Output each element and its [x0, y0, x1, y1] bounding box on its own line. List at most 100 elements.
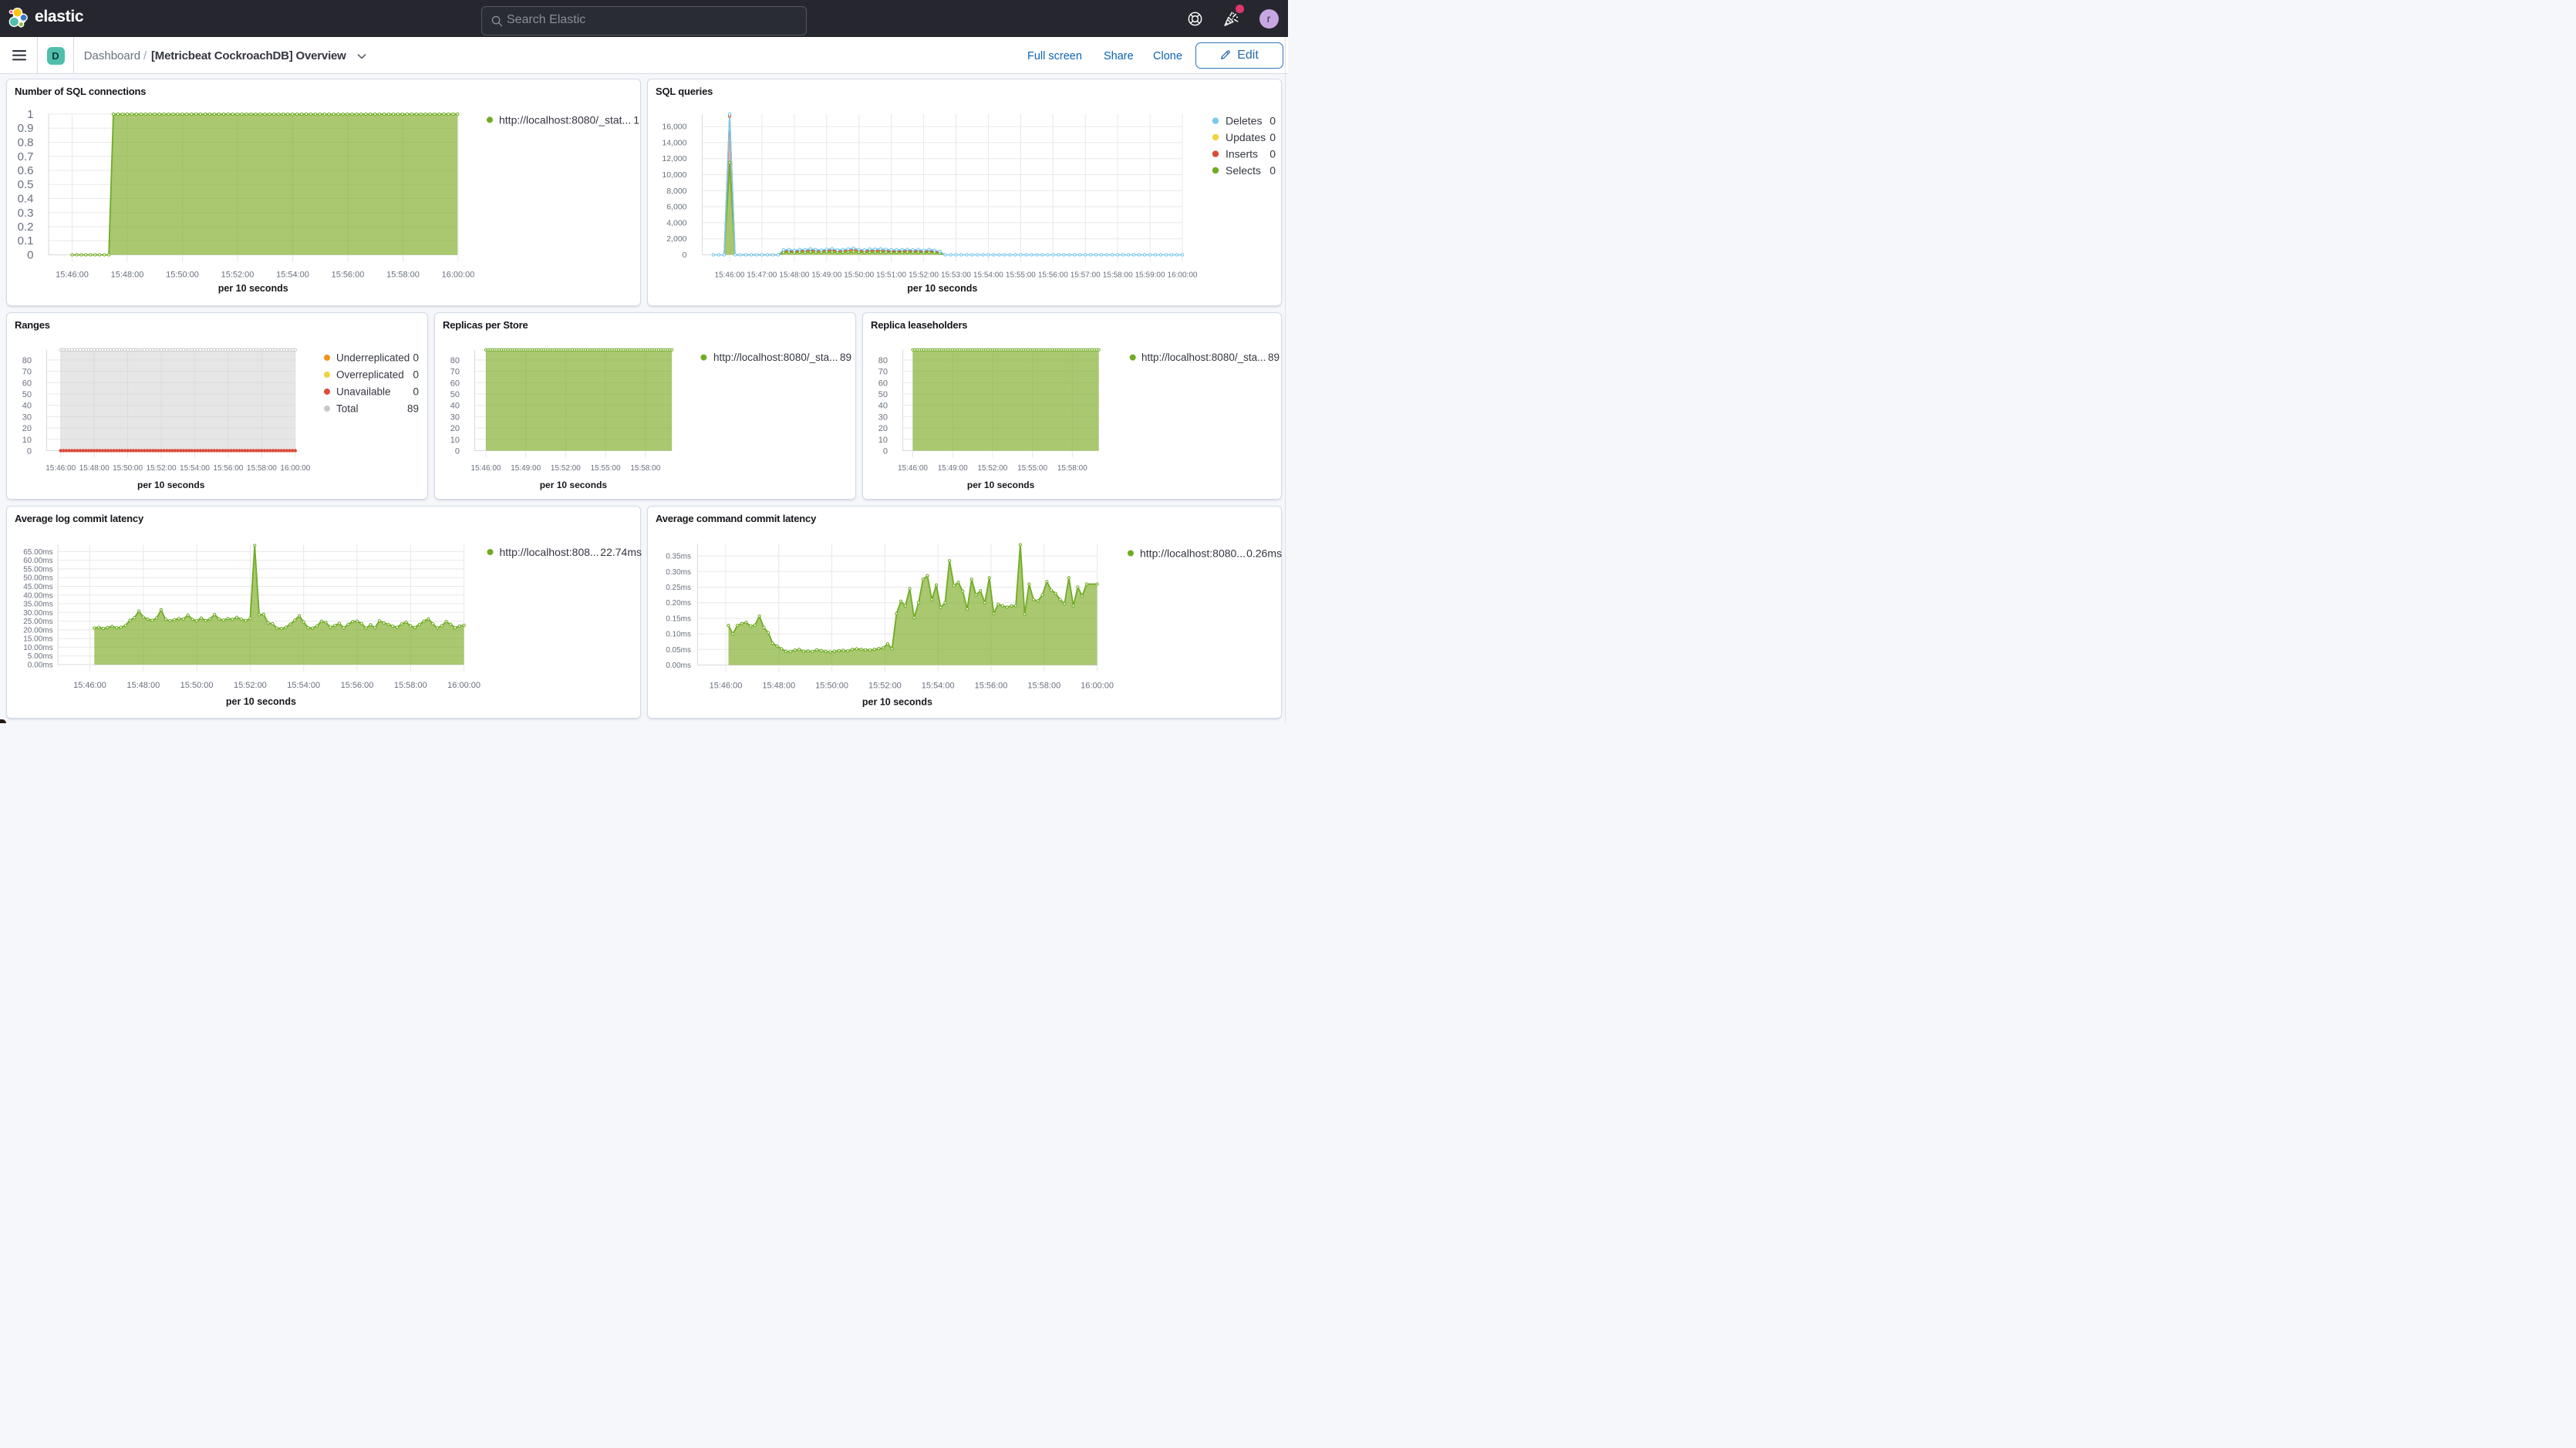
svg-text:89: 89	[1268, 352, 1280, 363]
svg-text:15:48:00: 15:48:00	[111, 271, 144, 280]
svg-text:Overreplicated: Overreplicated	[336, 369, 404, 380]
svg-text:16,000: 16,000	[662, 123, 686, 132]
svg-text:70: 70	[878, 368, 888, 377]
svg-text:0.00ms: 0.00ms	[28, 662, 53, 670]
svg-text:50: 50	[450, 390, 460, 399]
svg-text:0.26ms: 0.26ms	[1246, 547, 1282, 560]
svg-text:45.00ms: 45.00ms	[23, 583, 52, 591]
svg-text:Unavailable: Unavailable	[336, 386, 391, 397]
svg-text:10: 10	[878, 436, 888, 445]
svg-text:0.2: 0.2	[18, 221, 34, 234]
svg-text:0.10ms: 0.10ms	[666, 631, 691, 639]
svg-text:20: 20	[22, 424, 32, 433]
svg-text:16:00:00: 16:00:00	[1081, 682, 1114, 691]
svg-text:Total: Total	[336, 402, 359, 414]
svg-text:15:58:00: 15:58:00	[394, 681, 427, 690]
svg-text:10: 10	[22, 436, 32, 445]
svg-text:30.00ms: 30.00ms	[23, 609, 52, 618]
svg-text:15:56:00: 15:56:00	[213, 464, 243, 473]
svg-text:0.6: 0.6	[18, 164, 34, 177]
svg-text:70: 70	[22, 368, 32, 377]
svg-text:15:46:00: 15:46:00	[56, 271, 89, 280]
svg-text:15:56:00: 15:56:00	[341, 681, 374, 690]
svg-text:89: 89	[407, 402, 419, 414]
svg-text:15:48:00: 15:48:00	[779, 271, 809, 280]
svg-text:15:58:00: 15:58:00	[247, 464, 277, 473]
svg-text:80: 80	[450, 356, 460, 365]
svg-text:15:57:00: 15:57:00	[1071, 271, 1101, 280]
svg-text:16:00:00: 16:00:00	[442, 271, 475, 280]
svg-text:20: 20	[878, 424, 888, 433]
svg-text:0: 0	[27, 249, 33, 262]
svg-text:50: 50	[22, 390, 32, 399]
svg-text:Inserts: Inserts	[1226, 148, 1258, 160]
svg-text:per 10 seconds: per 10 seconds	[540, 480, 608, 490]
svg-text:0.7: 0.7	[18, 150, 34, 163]
svg-text:15:49:00: 15:49:00	[811, 271, 841, 280]
svg-text:80: 80	[878, 356, 888, 365]
svg-text:4,000: 4,000	[666, 218, 686, 227]
svg-text:15:50:00: 15:50:00	[180, 681, 214, 690]
svg-text:15:52:00: 15:52:00	[977, 464, 1007, 473]
svg-text:15:52:00: 15:52:00	[868, 682, 902, 691]
svg-text:50: 50	[878, 390, 888, 399]
svg-text:2,000: 2,000	[666, 234, 686, 244]
svg-text:30: 30	[450, 413, 460, 422]
svg-text:15:46:00: 15:46:00	[898, 464, 928, 473]
svg-text:0: 0	[683, 251, 687, 260]
svg-text:15:56:00: 15:56:00	[332, 271, 365, 280]
svg-text:50.00ms: 50.00ms	[23, 574, 52, 583]
svg-text:15:46:00: 15:46:00	[715, 271, 745, 280]
svg-text:http://localhost:8080/_sta...: http://localhost:8080/_sta...	[713, 352, 838, 363]
svg-text:0.25ms: 0.25ms	[666, 584, 691, 592]
svg-text:22.74ms: 22.74ms	[600, 546, 642, 558]
svg-text:15:48:00: 15:48:00	[762, 682, 795, 691]
svg-text:15:56:00: 15:56:00	[975, 682, 1008, 691]
svg-text:15:50:00: 15:50:00	[113, 464, 143, 473]
svg-text:per 10 seconds: per 10 seconds	[907, 283, 977, 294]
svg-text:15:55:00: 15:55:00	[1006, 271, 1036, 280]
svg-text:60.00ms: 60.00ms	[23, 557, 52, 565]
svg-text:20: 20	[450, 424, 460, 433]
svg-text:0: 0	[883, 447, 888, 456]
svg-text:10.00ms: 10.00ms	[23, 644, 52, 652]
svg-text:80: 80	[22, 356, 32, 365]
svg-text:15:58:00: 15:58:00	[1103, 271, 1133, 280]
svg-text:15:58:00: 15:58:00	[1027, 682, 1060, 691]
svg-text:Deletes: Deletes	[1226, 115, 1262, 127]
svg-text:15:52:00: 15:52:00	[221, 271, 255, 280]
svg-text:0.4: 0.4	[18, 193, 34, 206]
svg-text:15:49:00: 15:49:00	[938, 464, 968, 473]
svg-text:15:52:00: 15:52:00	[234, 681, 267, 690]
svg-text:10,000: 10,000	[662, 170, 686, 180]
svg-text:15:52:00: 15:52:00	[909, 271, 939, 280]
svg-text:0: 0	[1269, 148, 1276, 160]
svg-text:0.05ms: 0.05ms	[666, 646, 691, 655]
svg-text:0.5: 0.5	[18, 178, 34, 191]
svg-text:14,000: 14,000	[662, 138, 686, 147]
svg-text:15:58:00: 15:58:00	[630, 464, 660, 473]
svg-text:16:00:00: 16:00:00	[447, 681, 480, 690]
svg-text:60: 60	[878, 379, 888, 388]
svg-text:30: 30	[22, 413, 32, 422]
svg-text:http://localhost:8080/_sta...: http://localhost:8080/_sta...	[1141, 352, 1266, 363]
svg-text:15:55:00: 15:55:00	[591, 464, 621, 473]
svg-text:0.00ms: 0.00ms	[666, 662, 691, 670]
svg-text:15:46:00: 15:46:00	[73, 681, 106, 690]
svg-text:40.00ms: 40.00ms	[23, 591, 52, 600]
svg-text:65.00ms: 65.00ms	[23, 548, 52, 557]
svg-text:60: 60	[450, 379, 460, 388]
svg-text:15:52:00: 15:52:00	[551, 464, 581, 473]
svg-text:25.00ms: 25.00ms	[23, 618, 52, 626]
svg-text:16:00:00: 16:00:00	[280, 464, 310, 473]
svg-text:15.00ms: 15.00ms	[23, 635, 52, 644]
svg-text:0: 0	[27, 447, 32, 456]
svg-text:http://localhost:8080/_stat...: http://localhost:8080/_stat...	[499, 113, 631, 126]
svg-text:0: 0	[455, 447, 460, 456]
svg-text:0: 0	[1269, 131, 1276, 143]
svg-text:5.00ms: 5.00ms	[28, 652, 53, 661]
svg-text:0.9: 0.9	[18, 122, 34, 135]
svg-text:0: 0	[413, 352, 419, 363]
svg-text:70: 70	[450, 368, 460, 377]
svg-text:per 10 seconds: per 10 seconds	[137, 480, 205, 490]
